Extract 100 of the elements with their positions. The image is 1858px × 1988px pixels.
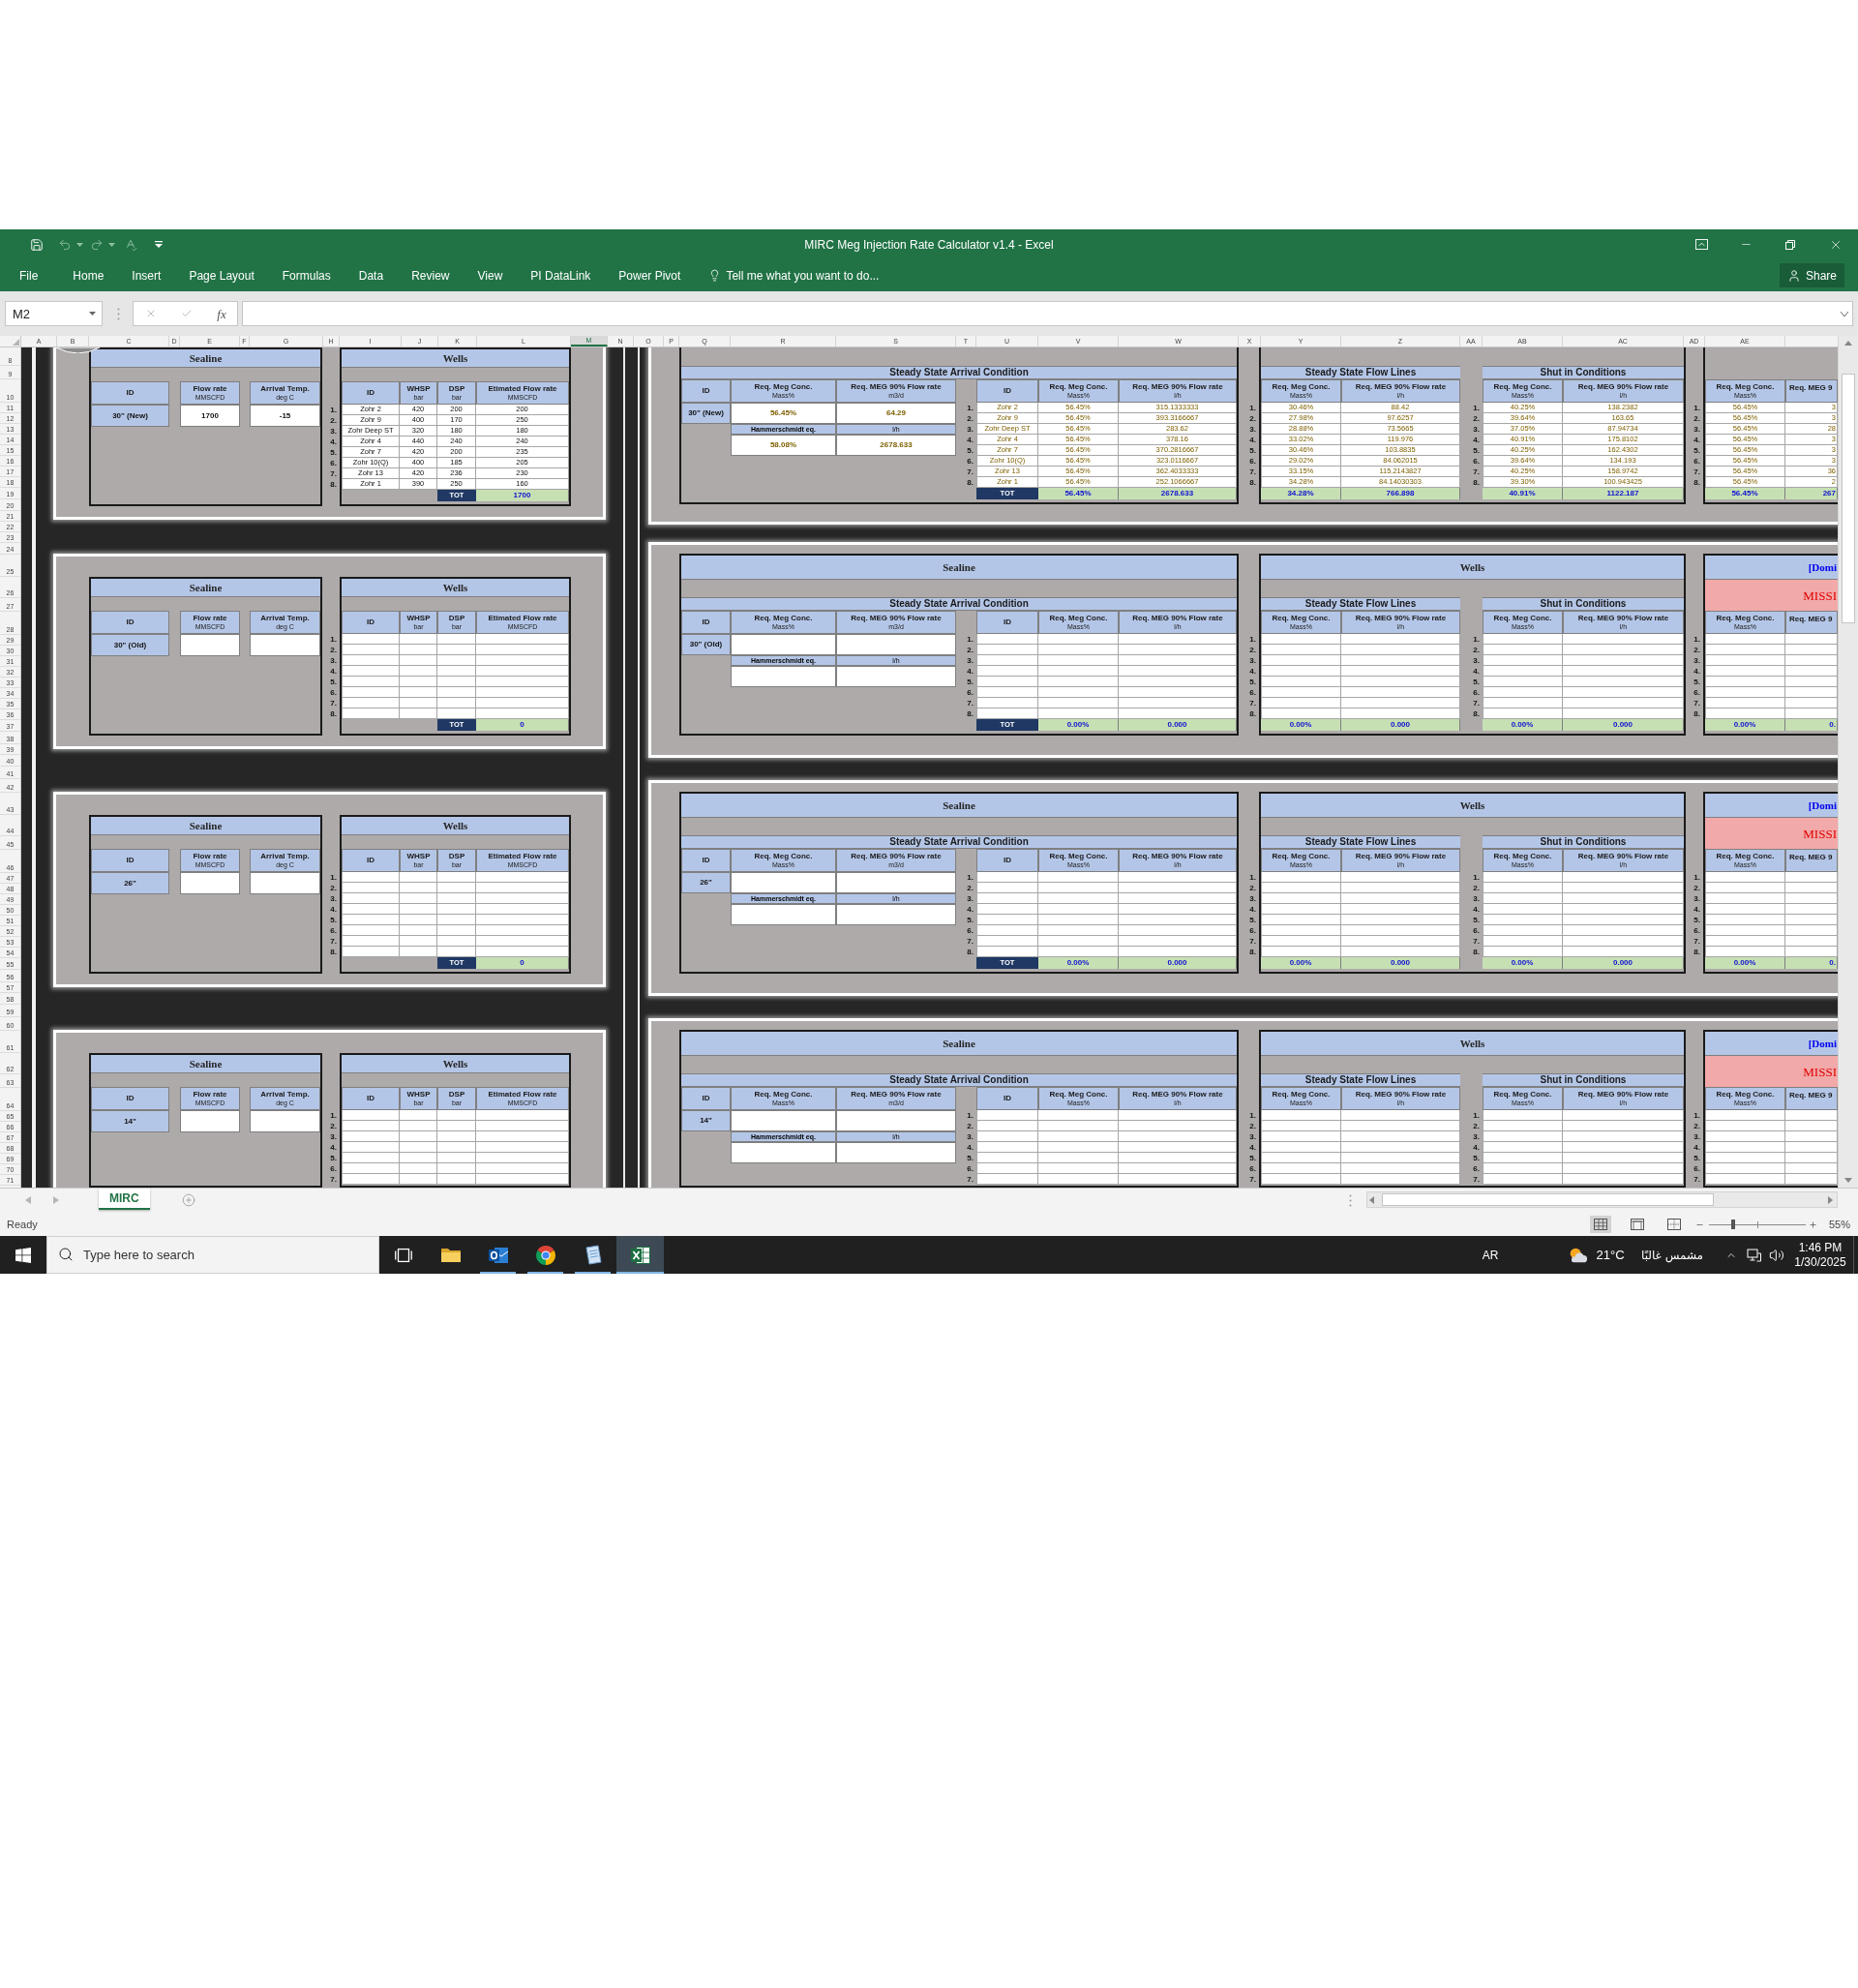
table-cell[interactable] [437,936,476,947]
table-cell[interactable] [976,925,1038,936]
table-cell[interactable] [836,1142,956,1163]
ribbon-tab[interactable]: File [19,269,39,282]
table-cell[interactable] [250,634,320,656]
table-cell[interactable] [1705,1142,1785,1153]
table-cell[interactable] [1038,1153,1119,1163]
table-cell[interactable] [1563,1174,1684,1185]
table-cell[interactable] [1119,947,1237,957]
table-cell[interactable] [1705,947,1785,957]
table-cell[interactable] [1785,1163,1838,1174]
table-cell[interactable] [976,698,1038,708]
table-cell[interactable] [1563,677,1684,687]
table-cell[interactable] [400,634,437,645]
table-cell[interactable] [1261,1131,1341,1142]
table-cell[interactable] [1119,893,1237,904]
table-cell[interactable] [1261,698,1341,708]
ribbon-tab[interactable]: Review [411,269,450,282]
table-cell[interactable] [1038,666,1119,677]
table-cell[interactable] [1705,1110,1785,1121]
table-cell[interactable] [1563,1163,1684,1174]
table-cell[interactable] [1119,904,1237,915]
check-icon[interactable] [181,308,193,319]
table-cell[interactable] [1563,634,1684,645]
table-cell[interactable] [1038,1142,1119,1153]
ribbon-tab[interactable]: Home [73,269,105,282]
table-cell[interactable] [1705,666,1785,677]
table-cell[interactable] [1785,698,1838,708]
table-cell[interactable] [1341,645,1460,655]
table-cell[interactable] [976,915,1038,925]
table-cell[interactable] [400,1142,437,1153]
table-cell[interactable] [1705,1121,1785,1131]
table-cell[interactable] [1483,1110,1563,1121]
table-cell[interactable] [1341,1121,1460,1131]
table-cell[interactable] [476,698,569,708]
table-cell[interactable] [437,1163,476,1174]
table-cell[interactable]: 14" [91,1110,169,1132]
table-cell[interactable] [1038,872,1119,883]
table-cell[interactable] [437,1121,476,1131]
customize-icon[interactable] [155,241,163,248]
table-cell[interactable]: 30" (Old) [681,634,731,655]
table-cell[interactable] [1261,936,1341,947]
table-cell[interactable] [437,883,476,893]
table-cell[interactable]: 26" [681,872,731,893]
table-cell[interactable] [1261,883,1341,893]
table-cell[interactable] [400,915,437,925]
table-cell[interactable] [1261,666,1341,677]
table-cell[interactable] [1563,1131,1684,1142]
table-cell[interactable] [1261,677,1341,687]
scrollbar-thumb[interactable] [1842,374,1855,623]
table-cell[interactable] [1038,915,1119,925]
table-cell[interactable] [1119,1131,1237,1142]
table-cell[interactable] [1785,677,1838,687]
table-cell[interactable] [180,1110,240,1132]
table-cell[interactable] [1119,1163,1237,1174]
table-cell[interactable] [400,893,437,904]
table-cell[interactable] [342,904,400,915]
table-cell[interactable] [1563,655,1684,666]
table-cell[interactable] [1119,708,1237,719]
ribbon-tab[interactable]: Formulas [282,269,331,282]
table-cell[interactable] [1341,677,1460,687]
table-cell[interactable] [437,1110,476,1121]
table-cell[interactable] [342,1174,400,1185]
caret-icon[interactable] [89,312,96,316]
table-cell[interactable] [1119,1110,1237,1121]
table-cell[interactable] [1261,1163,1341,1174]
table-cell[interactable] [1563,687,1684,698]
table-cell[interactable] [1705,904,1785,915]
table-cell[interactable] [476,655,569,666]
table-cell[interactable] [476,1163,569,1174]
horizontal-scrollbar[interactable] [1366,1191,1838,1208]
table-cell[interactable]: 56.45% [731,403,836,424]
table-cell[interactable] [1785,1142,1838,1153]
table-cell[interactable] [1563,698,1684,708]
table-cell[interactable] [1705,893,1785,904]
table-cell[interactable] [400,666,437,677]
table-cell[interactable] [1038,1131,1119,1142]
restore-icon[interactable] [1785,239,1795,250]
table-cell[interactable] [1038,645,1119,655]
table-cell[interactable] [476,893,569,904]
table-cell[interactable] [1705,655,1785,666]
normal-view-icon[interactable] [1589,1216,1611,1233]
table-cell[interactable] [1705,936,1785,947]
table-cell[interactable] [1038,925,1119,936]
table-cell[interactable] [836,904,956,925]
table-cell[interactable] [400,1110,437,1121]
clock[interactable]: 1:46 PM 1/30/2025 [1787,1242,1853,1268]
table-cell[interactable] [1119,655,1237,666]
table-cell[interactable] [400,904,437,915]
table-cell[interactable] [1563,947,1684,957]
tell-me-button[interactable]: Tell me what you want to do... [708,269,880,282]
table-cell[interactable] [1563,1121,1684,1131]
table-cell[interactable] [1261,1153,1341,1163]
table-cell[interactable] [437,1131,476,1142]
table-cell[interactable] [731,1110,836,1131]
table-cell[interactable] [1705,915,1785,925]
left-arrow-icon[interactable] [25,1196,31,1204]
table-cell[interactable] [1119,677,1237,687]
table-cell[interactable] [400,677,437,687]
table-cell[interactable] [1785,904,1838,915]
